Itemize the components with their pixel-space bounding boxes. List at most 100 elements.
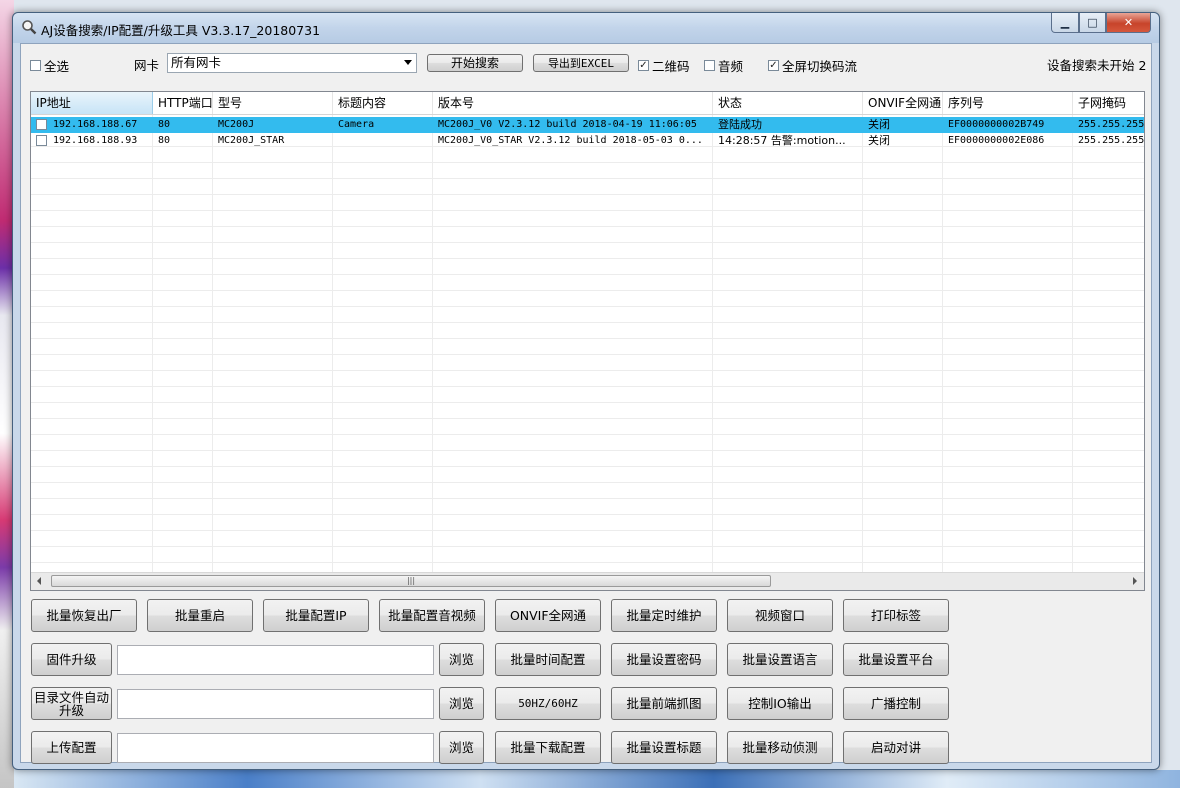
browse-dir-button[interactable]: 浏览 [439, 687, 484, 720]
start-intercom-button[interactable]: 启动对讲 [843, 731, 949, 764]
column-divider [1072, 115, 1073, 572]
table-header: IP地址 HTTP端口 型号 标题内容 版本号 状态 ONVIF全网通 序列号 … [31, 92, 1144, 115]
app-window: AJ设备搜索/IP配置/升级工具 V3.3.17_20180731 ▁ □ ✕ … [12, 12, 1160, 770]
batch-snapshot-button[interactable]: 批量前端抓图 [611, 687, 717, 720]
column-divider [942, 115, 943, 572]
batch-motion-detect-button[interactable]: 批量移动侦测 [727, 731, 833, 764]
cell-model: MC200J [218, 119, 255, 130]
fullscreen-stream-box[interactable]: ✓ [768, 60, 779, 71]
cell-ip: 192.168.188.93 [53, 135, 138, 146]
cell-serial: EF0000000002E086 [948, 135, 1045, 146]
cell-status: 14:28:57 告警:motion... [718, 134, 846, 147]
io-output-button[interactable]: 控制IO输出 [727, 687, 833, 720]
select-all-box[interactable] [30, 60, 41, 71]
column-header-status[interactable]: 状态 [713, 92, 863, 114]
browse-firmware-button[interactable]: 浏览 [439, 643, 484, 676]
column-divider [712, 115, 713, 572]
firmware-path-field[interactable] [117, 645, 434, 675]
cell-version: MC200J_V0 V2.3.12 build 2018-04-19 11:06… [438, 119, 697, 130]
batch-set-platform-button[interactable]: 批量设置平台 [843, 643, 949, 676]
cell-serial: EF0000000002B749 [948, 119, 1045, 130]
dir-path-field[interactable] [117, 689, 434, 719]
window-title: AJ设备搜索/IP配置/升级工具 V3.3.17_20180731 [41, 23, 321, 38]
cell-model: MC200J_STAR [218, 135, 285, 146]
batch-download-config-button[interactable]: 批量下载配置 [495, 731, 601, 764]
scroll-right-icon[interactable] [1133, 577, 1137, 585]
batch-reboot-button[interactable]: 批量重启 [147, 599, 253, 632]
column-divider [212, 115, 213, 572]
minimize-button[interactable]: ▁ [1051, 13, 1079, 33]
audio-label: 音频 [718, 59, 744, 74]
cell-title: Camera [338, 119, 375, 130]
cell-http-port: 80 [158, 119, 171, 130]
table-row[interactable]: 192.168.188.93 80 MC200J_STAR MC200J_V0_… [31, 133, 1144, 149]
maximize-button[interactable]: □ [1079, 13, 1106, 33]
column-header-serial[interactable]: 序列号 [943, 92, 1073, 114]
scroll-left-icon[interactable] [37, 577, 41, 585]
nic-select[interactable]: 所有网卡 [167, 53, 417, 73]
video-window-button[interactable]: 视频窗口 [727, 599, 833, 632]
qrcode-checkbox[interactable]: ✓ 二维码 [638, 56, 690, 75]
export-excel-button[interactable]: 导出到EXCEL [533, 54, 629, 72]
table-gridlines [31, 115, 1144, 572]
upload-config-button[interactable]: 上传配置 [31, 731, 112, 764]
browse-config-button[interactable]: 浏览 [439, 731, 484, 764]
row-checkbox[interactable] [36, 119, 47, 130]
horizontal-scrollbar[interactable]: ||| [31, 572, 1144, 590]
scrollbar-thumb[interactable]: ||| [51, 575, 771, 587]
audio-box[interactable] [704, 60, 715, 71]
print-label-button[interactable]: 打印标签 [843, 599, 949, 632]
factory-reset-button[interactable]: 批量恢复出厂 [31, 599, 137, 632]
column-header-onvif[interactable]: ONVIF全网通 [863, 92, 943, 114]
cell-title [333, 133, 433, 149]
batch-time-config-button[interactable]: 批量时间配置 [495, 643, 601, 676]
cell-netmask: 255.255.255 [1078, 135, 1145, 146]
cell-onvif: 关闭 [868, 118, 890, 131]
batch-config-ip-button[interactable]: 批量配置IP [263, 599, 369, 632]
batch-set-title-button[interactable]: 批量设置标题 [611, 731, 717, 764]
start-search-button[interactable]: 开始搜索 [427, 54, 523, 72]
scheduled-maintenance-button[interactable]: 批量定时维护 [611, 599, 717, 632]
row-checkbox[interactable] [36, 135, 47, 146]
cell-onvif: 关闭 [868, 134, 890, 147]
broadcast-control-button[interactable]: 广播控制 [843, 687, 949, 720]
chevron-down-icon[interactable] [404, 60, 412, 65]
batch-set-language-button[interactable]: 批量设置语言 [727, 643, 833, 676]
column-header-ip[interactable]: IP地址 [31, 92, 153, 114]
close-button[interactable]: ✕ [1106, 13, 1151, 33]
taskbar-edge [14, 770, 1180, 788]
nic-label: 网卡 [134, 58, 160, 73]
cell-status: 登陆成功 [718, 118, 762, 131]
select-all-checkbox[interactable]: 全选 [30, 56, 69, 75]
fullscreen-stream-checkbox[interactable]: ✓ 全屏切换码流 [768, 56, 857, 75]
column-divider [152, 115, 153, 572]
onvif-button[interactable]: ONVIF全网通 [495, 599, 601, 632]
title-bar: AJ设备搜索/IP配置/升级工具 V3.3.17_20180731 ▁ □ ✕ [13, 13, 1159, 43]
config-path-field[interactable] [117, 733, 434, 763]
fullscreen-stream-label: 全屏切换码流 [782, 59, 858, 74]
column-divider [432, 115, 433, 572]
column-header-http-port[interactable]: HTTP端口 [153, 92, 213, 114]
column-header-model[interactable]: 型号 [213, 92, 333, 114]
qrcode-label: 二维码 [652, 59, 690, 74]
batch-config-av-button[interactable]: 批量配置音视频 [379, 599, 485, 632]
column-header-title[interactable]: 标题内容 [333, 92, 433, 114]
qrcode-box[interactable]: ✓ [638, 60, 649, 71]
audio-checkbox[interactable]: 音频 [704, 56, 743, 75]
frequency-50-60hz-button[interactable]: 50HZ/60HZ [495, 687, 601, 720]
column-header-version[interactable]: 版本号 [433, 92, 713, 114]
column-divider [332, 115, 333, 572]
select-all-label: 全选 [44, 59, 70, 74]
column-divider [862, 115, 863, 572]
cell-netmask: 255.255.255 [1078, 119, 1145, 130]
device-table[interactable]: IP地址 HTTP端口 型号 标题内容 版本号 状态 ONVIF全网通 序列号 … [30, 91, 1145, 591]
batch-set-password-button[interactable]: 批量设置密码 [611, 643, 717, 676]
magnifier-app-icon [22, 20, 37, 35]
client-area: 全选 网卡 所有网卡 开始搜索 导出到EXCEL ✓ 二维码 音频 ✓ 全屏切换… [20, 43, 1152, 764]
firmware-upgrade-button[interactable]: 固件升级 [31, 643, 112, 676]
search-status-text: 设备搜索未开始 2 [1047, 58, 1147, 73]
dir-auto-upgrade-button[interactable]: 目录文件自动 升级 [31, 687, 112, 720]
column-header-netmask[interactable]: 子网掩码 [1073, 92, 1144, 114]
cell-ip: 192.168.188.67 [53, 119, 138, 130]
table-row[interactable]: 192.168.188.67 80 MC200J Camera MC200J_V… [31, 117, 1144, 133]
